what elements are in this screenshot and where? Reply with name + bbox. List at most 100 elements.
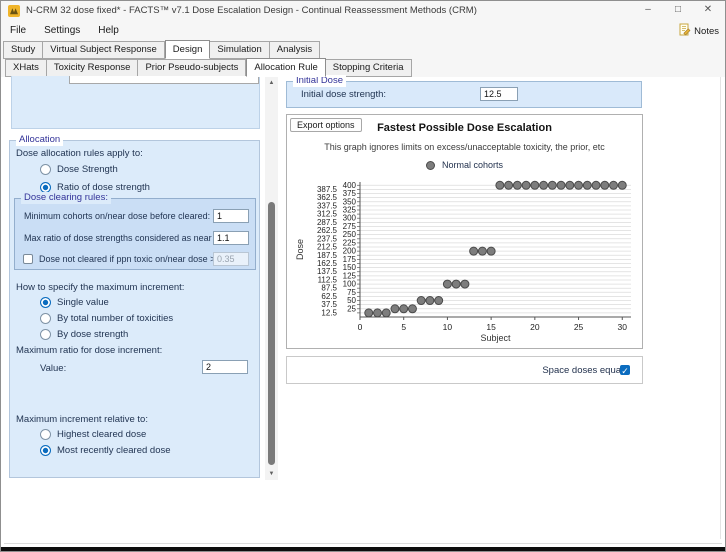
- max-ratio-increment-input[interactable]: [202, 360, 248, 374]
- notes-icon: [678, 23, 691, 39]
- dose-escalation-chart-panel: Export options Fastest Possible Dose Esc…: [286, 114, 643, 349]
- tab-simulation[interactable]: Simulation: [210, 41, 269, 59]
- chart-point: [557, 181, 565, 189]
- chart-point: [496, 181, 504, 189]
- tab-study[interactable]: Study: [3, 41, 43, 59]
- svg-text:30: 30: [618, 322, 628, 332]
- tab-page-content: Allocation Dose allocation rules apply t…: [1, 77, 725, 543]
- max-ratio-near-input[interactable]: [213, 231, 249, 245]
- menu-help[interactable]: Help: [89, 23, 128, 38]
- chart-point: [400, 305, 408, 313]
- svg-text:362.5: 362.5: [317, 193, 338, 202]
- svg-text:275: 275: [343, 222, 357, 231]
- minimize-icon[interactable]: –: [633, 1, 663, 19]
- app-window: N-CRM 32 dose fixed* - FACTS™ v7.1 Dose …: [0, 0, 726, 552]
- chart-point: [426, 297, 434, 305]
- menu-settings[interactable]: Settings: [35, 23, 89, 38]
- space-doses-checkbox[interactable]: ✓: [620, 365, 630, 375]
- chart-point: [382, 309, 390, 317]
- titlebar: N-CRM 32 dose fixed* - FACTS™ v7.1 Dose …: [1, 1, 725, 20]
- close-icon[interactable]: ✕: [693, 1, 723, 19]
- window-inner-border: [4, 543, 722, 544]
- tab-prior-pseudo-subjects[interactable]: Prior Pseudo-subjects: [138, 59, 246, 77]
- chart-point: [583, 181, 591, 189]
- radio-by-dose-strength[interactable]: By dose strength: [40, 328, 128, 341]
- tab-analysis[interactable]: Analysis: [270, 41, 320, 59]
- svg-text:175: 175: [343, 255, 357, 264]
- tab-xhats[interactable]: XHats: [5, 59, 47, 77]
- svg-text:0: 0: [358, 322, 363, 332]
- svg-text:10: 10: [443, 322, 453, 332]
- svg-text:87.5: 87.5: [321, 284, 337, 293]
- notes-button[interactable]: Notes: [678, 23, 719, 39]
- page-right-edge: [720, 77, 721, 539]
- max-ratio-near-row: Max ratio of dose strengths considered a…: [15, 231, 255, 245]
- svg-text:50: 50: [347, 296, 356, 305]
- chart-point: [452, 280, 460, 288]
- svg-text:5: 5: [401, 322, 406, 332]
- allocation-group: Allocation Dose allocation rules apply t…: [9, 140, 260, 478]
- chart-point: [443, 280, 451, 288]
- svg-text:137.5: 137.5: [317, 267, 338, 276]
- menu-file[interactable]: File: [1, 23, 35, 38]
- tab-allocation-rule[interactable]: Allocation Rule: [246, 58, 325, 77]
- svg-text:212.5: 212.5: [317, 243, 338, 252]
- chart-point: [601, 181, 609, 189]
- chart-point: [435, 297, 443, 305]
- maximize-icon[interactable]: □: [663, 1, 693, 19]
- not-cleared-label: Dose not cleared if ppn toxic on/near do…: [39, 254, 215, 264]
- chart-point: [365, 309, 373, 317]
- svg-text:237.5: 237.5: [317, 234, 338, 243]
- notes-label: Notes: [694, 26, 719, 37]
- chart-point: [487, 247, 495, 255]
- chart-point: [505, 181, 513, 189]
- tab-virtual-subject-response[interactable]: Virtual Subject Response: [43, 41, 165, 59]
- radio-circle-selected[interactable]: [40, 297, 51, 308]
- radio-most-recently-cleared[interactable]: Most recently cleared dose: [40, 444, 171, 457]
- initial-dose-input[interactable]: [480, 87, 518, 101]
- min-cohorts-input[interactable]: [213, 209, 249, 223]
- min-cohorts-row: Minimum cohorts on/near dose before clea…: [15, 209, 255, 223]
- radio-dose-strength[interactable]: Dose Strength: [40, 163, 118, 176]
- left-panel-scrollbar[interactable]: ▲ ▼: [265, 77, 278, 480]
- tab-design[interactable]: Design: [165, 40, 211, 59]
- apply-to-label: Dose allocation rules apply to:: [16, 148, 143, 159]
- radio-circle[interactable]: [40, 313, 51, 324]
- svg-text:200: 200: [343, 247, 357, 256]
- chart-point: [408, 305, 416, 313]
- radio-circle[interactable]: [40, 164, 51, 175]
- min-cohorts-label: Minimum cohorts on/near dose before clea…: [24, 211, 210, 221]
- tab-toxicity-response[interactable]: Toxicity Response: [47, 59, 139, 77]
- scroll-down-icon[interactable]: ▼: [265, 468, 278, 480]
- svg-text:125: 125: [343, 271, 357, 280]
- svg-text:15: 15: [486, 322, 496, 332]
- window-controls: – □ ✕: [633, 1, 723, 19]
- scroll-up-icon[interactable]: ▲: [265, 77, 278, 89]
- dose-clearing-rules-group: Dose clearing rules: Minimum cohorts on/…: [14, 198, 256, 270]
- max-ratio-near-label: Max ratio of dose strengths considered a…: [24, 233, 212, 243]
- chart-point: [575, 181, 583, 189]
- not-cleared-input[interactable]: [213, 252, 249, 266]
- scrollbar-thumb[interactable]: [268, 202, 275, 465]
- chart-point: [548, 181, 556, 189]
- svg-text:187.5: 187.5: [317, 251, 338, 260]
- svg-text:62.5: 62.5: [321, 292, 337, 301]
- svg-text:Dose: Dose: [295, 239, 305, 260]
- dose-clearing-rules-title: Dose clearing rules:: [21, 192, 111, 204]
- max-ratio-increment-label: Maximum ratio for dose increment:: [16, 345, 162, 356]
- radio-circle[interactable]: [40, 329, 51, 340]
- chart-point: [610, 181, 618, 189]
- svg-text:312.5: 312.5: [317, 210, 338, 219]
- radio-circle[interactable]: [40, 429, 51, 440]
- chart-legend: Normal cohorts: [287, 160, 642, 170]
- svg-text:225: 225: [343, 238, 357, 247]
- not-cleared-checkbox[interactable]: [23, 254, 33, 264]
- radio-circle-selected[interactable]: [40, 445, 51, 456]
- radio-single-value[interactable]: Single value: [40, 296, 109, 309]
- svg-text:25: 25: [347, 304, 356, 313]
- radio-by-total-toxicities[interactable]: By total number of toxicities: [40, 312, 173, 325]
- chart-point: [513, 181, 521, 189]
- value-label: Value:: [40, 363, 66, 374]
- radio-highest-cleared-dose[interactable]: Highest cleared dose: [40, 428, 146, 441]
- chart-point: [373, 309, 381, 317]
